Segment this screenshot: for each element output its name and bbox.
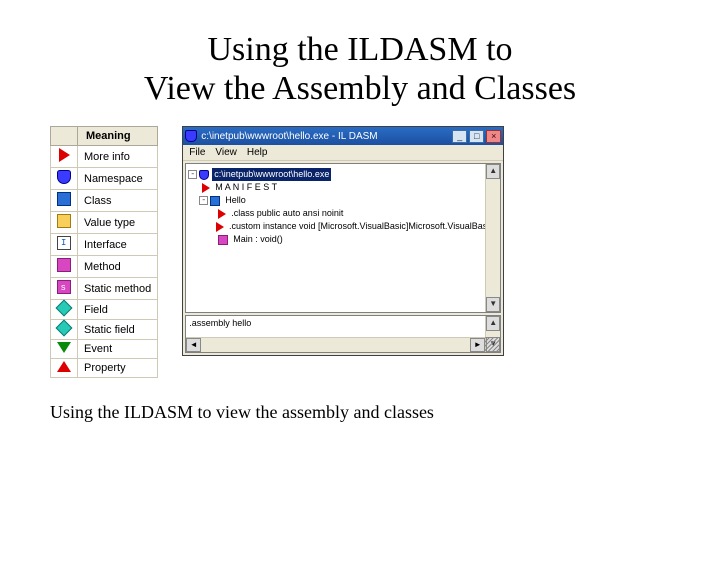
tree-item-node[interactable]: .class public auto ansi noinit xyxy=(188,207,498,220)
info-icon xyxy=(218,209,226,219)
tree-item-label: Main : void() xyxy=(231,233,285,246)
expander-icon[interactable]: - xyxy=(188,170,197,179)
legend-label: Field xyxy=(78,300,158,320)
scroll-left-button[interactable]: ◄ xyxy=(186,338,201,352)
legend-header-icon xyxy=(51,127,78,146)
class-node-icon xyxy=(210,196,220,206)
legend-row: Class xyxy=(51,190,158,212)
legend-row: Interface xyxy=(51,234,158,256)
more-info-icon xyxy=(59,148,70,162)
content-row: Meaning More info Namespace Class Value … xyxy=(0,126,720,378)
menubar: File View Help xyxy=(183,145,503,161)
title-line-1: Using the ILDASM to xyxy=(207,31,512,68)
minimize-button[interactable]: _ xyxy=(452,130,467,143)
legend-row: Namespace xyxy=(51,168,158,190)
legend-row: Property xyxy=(51,359,158,378)
method-node-icon xyxy=(218,235,228,245)
legend-row: Static field xyxy=(51,320,158,340)
legend-row: Method xyxy=(51,256,158,278)
detail-text: .assembly hello xyxy=(189,318,251,328)
tree-panel: - c:\inetpub\wwwroot\hello.exe M A N I F… xyxy=(185,163,501,313)
legend-label: Namespace xyxy=(78,168,158,190)
legend-row: Static method xyxy=(51,278,158,300)
legend-label: Static method xyxy=(78,278,158,300)
close-button[interactable]: × xyxy=(486,130,501,143)
legend-row: Field xyxy=(51,300,158,320)
tree-manifest-node[interactable]: M A N I F E S T xyxy=(188,181,498,194)
tree-root-label: c:\inetpub\wwwroot\hello.exe xyxy=(212,168,331,181)
tree-item-label: .custom instance void [Microsoft.VisualB… xyxy=(227,220,498,233)
legend-header-row: Meaning xyxy=(51,127,158,146)
manifest-icon xyxy=(202,183,210,193)
legend-label: Method xyxy=(78,256,158,278)
legend-row: Value type xyxy=(51,212,158,234)
detail-panel: .assembly hello ▲ ▼ ◄ ► xyxy=(185,315,501,353)
field-icon xyxy=(56,300,73,317)
tree-item-label: .class public auto ansi noinit xyxy=(229,207,345,220)
static-field-icon xyxy=(56,320,73,337)
tree-item-node[interactable]: .custom instance void [Microsoft.VisualB… xyxy=(188,220,498,233)
page-title: Using the ILDASM to View the Assembly an… xyxy=(40,30,680,108)
title-line-2: View the Assembly and Classes xyxy=(144,70,576,107)
tree-item-node[interactable]: Main : void() xyxy=(188,233,498,246)
scroll-up-button[interactable]: ▲ xyxy=(486,316,500,331)
namespace-icon xyxy=(57,170,71,184)
valuetype-icon xyxy=(57,214,71,228)
legend-label: Value type xyxy=(78,212,158,234)
maximize-button[interactable]: □ xyxy=(469,130,484,143)
class-icon xyxy=(57,192,71,206)
tree-root-node[interactable]: - c:\inetpub\wwwroot\hello.exe xyxy=(188,168,498,181)
app-icon xyxy=(185,130,197,142)
legend-row: More info xyxy=(51,146,158,168)
property-icon xyxy=(57,361,71,372)
scroll-right-button[interactable]: ► xyxy=(470,338,485,352)
legend-label: Interface xyxy=(78,234,158,256)
event-icon xyxy=(57,342,71,353)
tree-class-node[interactable]: - Hello xyxy=(188,194,498,207)
tree-vertical-scrollbar[interactable]: ▲ ▼ xyxy=(485,164,500,312)
tree-manifest-label: M A N I F E S T xyxy=(213,181,279,194)
legend-header-meaning: Meaning xyxy=(78,127,158,146)
resize-grip-icon[interactable] xyxy=(485,337,500,352)
legend-label: Class xyxy=(78,190,158,212)
static-method-icon xyxy=(57,280,71,294)
info-icon xyxy=(216,222,224,232)
legend-label: Event xyxy=(78,340,158,359)
detail-horizontal-scrollbar[interactable]: ◄ ► xyxy=(186,337,485,352)
assembly-icon xyxy=(199,170,209,180)
window-title: c:\inetpub\wwwroot\hello.exe - IL DASM xyxy=(201,131,452,142)
page-caption: Using the ILDASM to view the assembly an… xyxy=(50,402,670,423)
menu-file[interactable]: File xyxy=(189,147,205,158)
legend-label: More info xyxy=(78,146,158,168)
scroll-down-button[interactable]: ▼ xyxy=(486,297,500,312)
legend-label: Static field xyxy=(78,320,158,340)
expander-icon[interactable]: - xyxy=(199,196,208,205)
tree-class-label: Hello xyxy=(223,194,248,207)
legend-row: Event xyxy=(51,340,158,359)
legend-table: Meaning More info Namespace Class Value … xyxy=(50,126,158,378)
menu-help[interactable]: Help xyxy=(247,147,268,158)
legend-label: Property xyxy=(78,359,158,378)
scroll-up-button[interactable]: ▲ xyxy=(486,164,500,179)
ildasm-window: c:\inetpub\wwwroot\hello.exe - IL DASM _… xyxy=(182,126,504,356)
menu-view[interactable]: View xyxy=(215,147,237,158)
method-icon xyxy=(57,258,71,272)
window-titlebar[interactable]: c:\inetpub\wwwroot\hello.exe - IL DASM _… xyxy=(183,127,503,145)
interface-icon xyxy=(57,236,71,250)
